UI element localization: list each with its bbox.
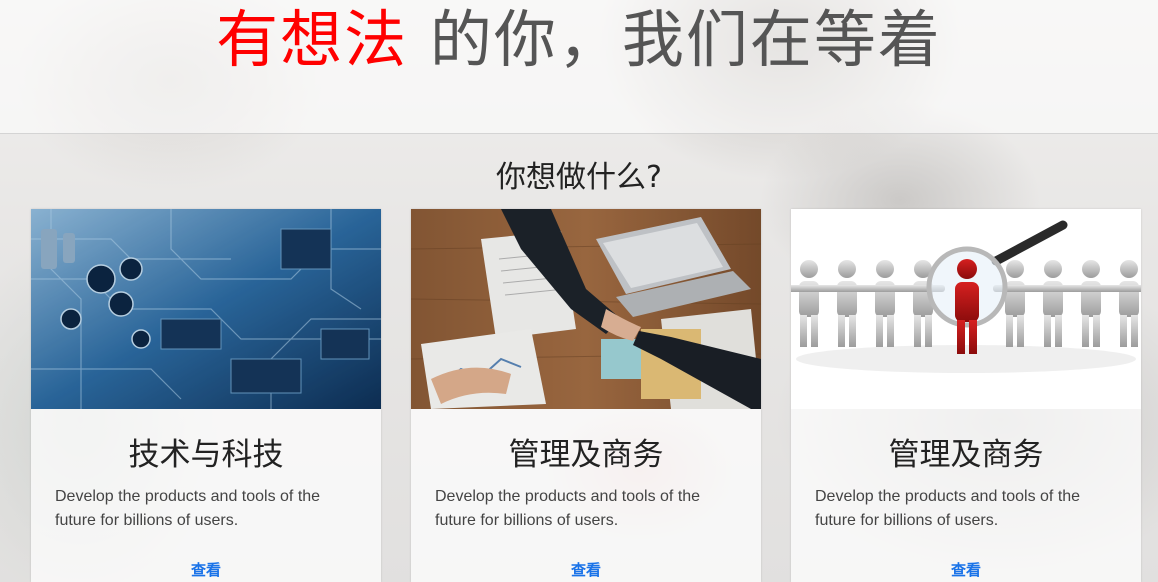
- magnifier-people-image: [791, 209, 1141, 409]
- card-business: 管理及商务 Develop the products and tools of …: [411, 209, 761, 582]
- view-link[interactable]: 查看: [411, 559, 761, 581]
- card-title: 管理及商务: [888, 437, 1044, 473]
- handshake-image: [411, 209, 761, 409]
- hero-divider: [0, 133, 1158, 134]
- hero-rest: 的你，我们在等着: [429, 3, 942, 76]
- card-title: 技术与科技: [128, 437, 284, 473]
- card-description: Develop the products and tools of the fu…: [55, 488, 321, 529]
- hero-highlight: 有想法: [216, 3, 409, 76]
- hero-heading: 有想法 的你，我们在等着: [0, 0, 1158, 80]
- card-tech: 技术与科技 Develop the products and tools of …: [31, 209, 381, 582]
- view-link[interactable]: 查看: [791, 559, 1141, 581]
- card-management: 管理及商务 Develop the products and tools of …: [791, 209, 1141, 582]
- section-title: 你想做什么?: [496, 160, 662, 195]
- view-link[interactable]: 查看: [31, 559, 381, 581]
- card-description: Develop the products and tools of the fu…: [815, 488, 1081, 529]
- card-description: Develop the products and tools of the fu…: [435, 488, 701, 529]
- circuit-board-image: [31, 209, 381, 409]
- card-title: 管理及商务: [508, 437, 664, 473]
